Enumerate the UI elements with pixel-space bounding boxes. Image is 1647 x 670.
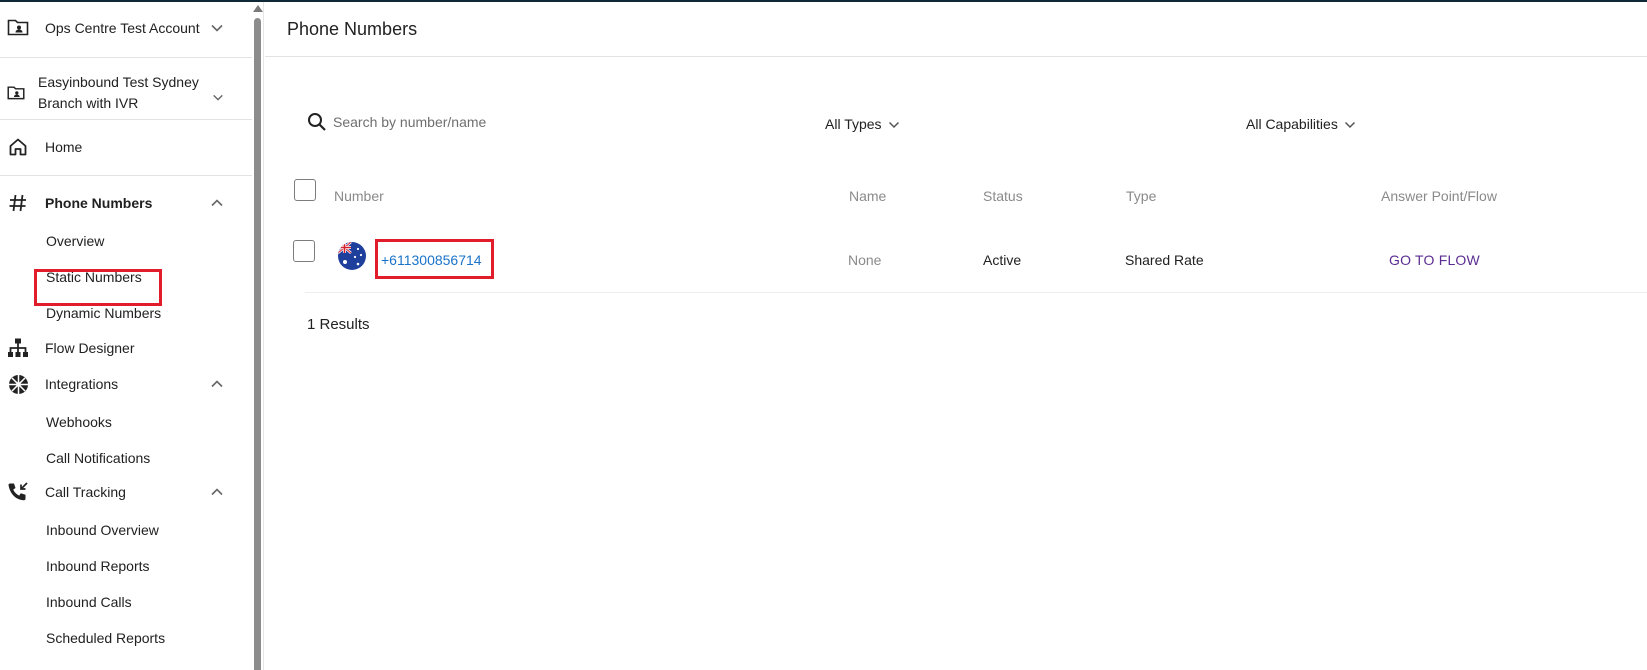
aperture-icon	[7, 373, 29, 395]
sidebar-scrollbar-thumb[interactable]	[254, 18, 261, 670]
hash-icon	[7, 192, 29, 214]
sitemap-icon	[7, 337, 29, 359]
sidebar-item-call-notifications[interactable]: Call Notifications	[46, 450, 150, 466]
types-filter-label: All Types	[825, 116, 882, 132]
sidebar-item-label: Home	[45, 139, 83, 155]
branch-name-line1: Easyinbound Test Sydney	[38, 74, 199, 90]
results-count: 1 Results	[307, 316, 370, 333]
chevron-up-icon	[210, 484, 224, 500]
row-name-cell: None	[848, 252, 882, 268]
sidebar-divider	[0, 57, 252, 58]
row-divider	[305, 292, 1647, 293]
highlight-box	[375, 239, 494, 279]
branch-name-line2: Branch with IVR	[38, 95, 139, 111]
chevron-down-icon	[210, 20, 224, 36]
phone-incoming-icon	[7, 481, 29, 503]
select-all-checkbox[interactable]	[294, 179, 316, 201]
sidebar-item-home[interactable]: Home	[0, 132, 252, 162]
sidebar-item-flow-designer[interactable]: Flow Designer	[0, 333, 252, 363]
column-header-name[interactable]: Name	[849, 188, 886, 204]
go-to-flow-link[interactable]: GO TO FLOW	[1389, 252, 1480, 268]
column-header-answer-point[interactable]: Answer Point/Flow	[1381, 188, 1497, 204]
sidebar-item-label: Integrations	[45, 376, 119, 392]
search-input[interactable]	[333, 110, 753, 134]
account-selector[interactable]: Ops Centre Test Account	[0, 16, 252, 40]
sidebar-item-label: Phone Numbers	[45, 195, 153, 211]
chevron-down-icon	[888, 116, 900, 132]
sidebar: Ops Centre Test Account Easyinbound Test…	[0, 2, 252, 670]
sidebar-item-inbound-overview[interactable]: Inbound Overview	[46, 522, 159, 538]
chevron-up-icon	[210, 195, 224, 211]
capabilities-filter-dropdown[interactable]: All Capabilities	[1246, 116, 1356, 132]
sidebar-item-inbound-calls[interactable]: Inbound Calls	[46, 594, 132, 610]
sidebar-divider	[0, 175, 252, 176]
sidebar-item-label: Call Tracking	[45, 484, 126, 500]
title-divider	[265, 56, 1647, 57]
search-icon	[307, 112, 327, 137]
branch-selector[interactable]: Easyinbound Test Sydney Branch with IVR	[0, 72, 252, 116]
capabilities-filter-label: All Capabilities	[1246, 116, 1338, 132]
highlight-box	[34, 269, 162, 306]
account-name: Ops Centre Test Account	[45, 20, 200, 36]
sidebar-item-overview[interactable]: Overview	[46, 233, 104, 249]
row-type-cell: Shared Rate	[1125, 252, 1204, 268]
main-content: Phone Numbers All Types All Capabilities…	[265, 2, 1647, 670]
sidebar-item-phone-numbers[interactable]: Phone Numbers	[0, 188, 252, 218]
sidebar-item-scheduled-reports[interactable]: Scheduled Reports	[46, 630, 165, 646]
chevron-up-icon	[210, 376, 224, 392]
types-filter-dropdown[interactable]: All Types	[825, 116, 900, 132]
australia-flag-icon	[338, 242, 366, 270]
sidebar-divider	[0, 119, 252, 120]
column-header-number[interactable]: Number	[334, 188, 384, 204]
column-header-type[interactable]: Type	[1126, 188, 1156, 204]
folder-branch-icon	[7, 85, 29, 103]
folder-account-icon	[7, 18, 29, 36]
home-icon	[7, 136, 29, 158]
sidebar-item-label: Flow Designer	[45, 340, 135, 356]
sidebar-item-webhooks[interactable]: Webhooks	[46, 414, 112, 430]
column-header-status[interactable]: Status	[983, 188, 1023, 204]
row-checkbox[interactable]	[293, 240, 315, 262]
chevron-down-icon	[1344, 116, 1356, 132]
row-status-cell: Active	[983, 252, 1022, 268]
page-title: Phone Numbers	[287, 19, 418, 39]
scroll-up-arrow-icon[interactable]	[253, 5, 263, 12]
chevron-down-icon	[212, 89, 224, 105]
sidebar-item-inbound-reports[interactable]: Inbound Reports	[46, 558, 150, 574]
sidebar-item-dynamic-numbers[interactable]: Dynamic Numbers	[46, 305, 161, 321]
sidebar-item-call-tracking[interactable]: Call Tracking	[0, 477, 252, 507]
sidebar-item-integrations[interactable]: Integrations	[0, 369, 252, 399]
